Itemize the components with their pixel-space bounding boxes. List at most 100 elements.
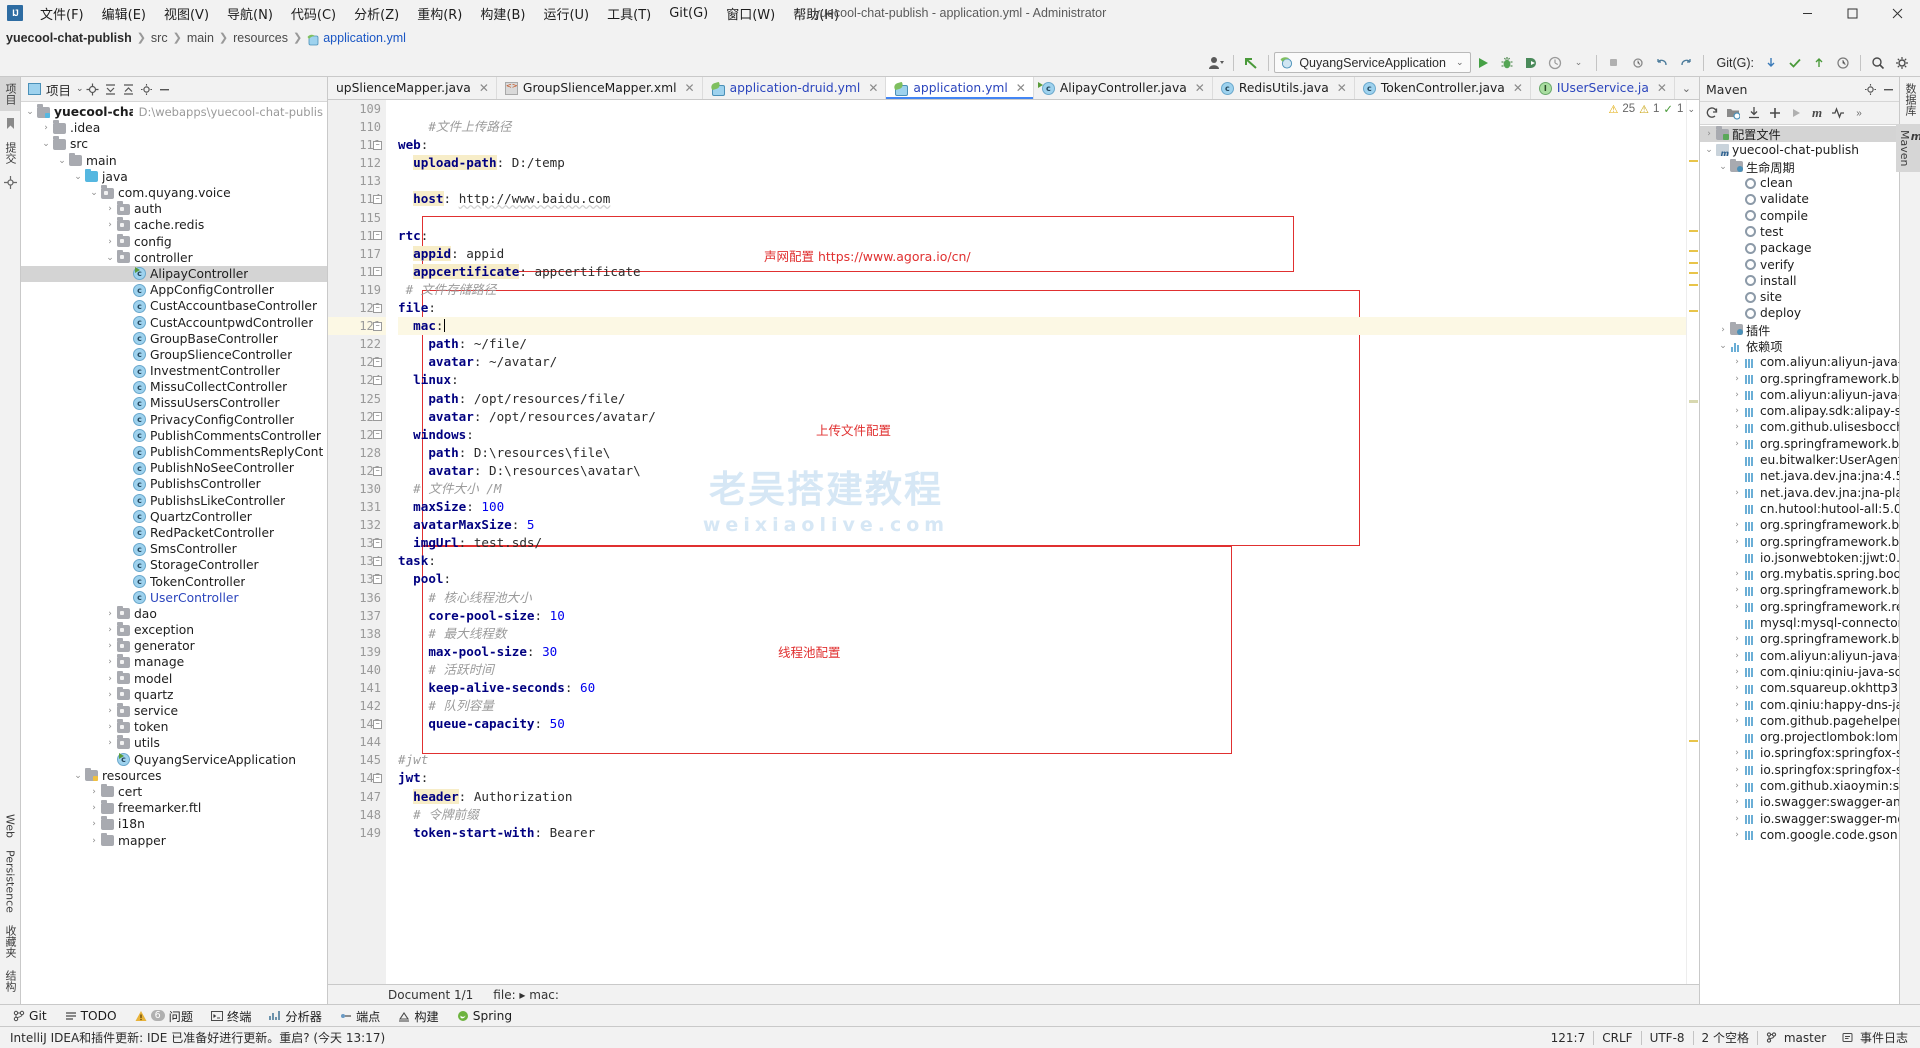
chevron-right-icon[interactable]: ›	[104, 204, 116, 214]
run-with-coverage-button[interactable]	[1519, 52, 1543, 74]
rail-tab-commit[interactable]: 提交	[0, 136, 20, 170]
chevron-down-icon[interactable]: ⌄	[1703, 145, 1715, 155]
chevron-right-icon[interactable]: ›	[1703, 129, 1715, 139]
code-line[interactable]: host: http://www.baidu.com	[398, 190, 1686, 208]
editor-tab[interactable]: cTokenController.java✕	[1355, 77, 1531, 99]
maven-tree-node[interactable]: net.java.dev.jna:jna:4.5.2	[1700, 468, 1899, 484]
code-fold-icon[interactable]: −	[373, 141, 382, 150]
project-tree-node[interactable]: ›quartz	[21, 687, 327, 703]
close-icon[interactable]: ✕	[1195, 81, 1205, 95]
maven-tree-node[interactable]: compile	[1700, 207, 1899, 223]
chevron-right-icon[interactable]: ›	[104, 706, 116, 716]
maven-tree-node[interactable]: ›com.aliyun:aliyun-java-sdk-	[1700, 648, 1899, 664]
maven-tree-node[interactable]: ›io.swagger:swagger-annot	[1700, 794, 1899, 810]
chevron-down-icon[interactable]: ⌄	[56, 156, 68, 166]
maven-download-sources-icon[interactable]	[1744, 104, 1764, 123]
git-commit-icon[interactable]	[1783, 52, 1807, 74]
code-line[interactable]: queue-capacity: 50	[398, 715, 1686, 733]
project-tree-node[interactable]: cAppConfigController	[21, 282, 327, 298]
code-line[interactable]: # 活跃时间	[398, 661, 1686, 679]
close-button[interactable]	[1875, 0, 1920, 26]
minimize-button[interactable]	[1785, 0, 1830, 26]
line-number[interactable]: 109	[328, 100, 386, 118]
chevron-down-icon[interactable]: ⌄	[1456, 57, 1464, 68]
editor-tab[interactable]: cRedisUtils.java✕	[1213, 77, 1355, 99]
breadcrumb-resources[interactable]: resources	[233, 31, 288, 45]
line-number[interactable]: 137	[328, 607, 386, 625]
project-tree-node[interactable]: ›model	[21, 671, 327, 687]
close-icon[interactable]: ✕	[479, 81, 489, 95]
rail-tab-maven[interactable]: m Maven	[1896, 124, 1920, 172]
maven-tree-node[interactable]: ›com.google.code.gson:gso	[1700, 827, 1899, 843]
project-tree-node[interactable]: ›dao	[21, 606, 327, 622]
line-number[interactable]: 140	[328, 661, 386, 679]
line-separator[interactable]: CRLF	[1594, 1031, 1640, 1045]
line-number[interactable]: 125	[328, 390, 386, 408]
code-line[interactable]: #文件上传路径	[398, 118, 1686, 136]
project-tree-node[interactable]: ›exception	[21, 622, 327, 638]
code-fold-icon[interactable]: −	[373, 376, 382, 385]
maven-tree-node[interactable]: ›com.github.xiaoymin:swagg	[1700, 778, 1899, 794]
chevron-down-icon[interactable]: ⌄	[24, 107, 36, 117]
maven-tree-node[interactable]: ›com.squareup.okhttp3:okh	[1700, 680, 1899, 696]
line-number[interactable]: 131	[328, 498, 386, 516]
code-line[interactable]: imgUrl: test.sds/	[398, 534, 1686, 552]
line-number[interactable]: 110	[328, 118, 386, 136]
maven-tree-node[interactable]: ›org.springframework.restd	[1700, 599, 1899, 615]
line-number[interactable]: 144	[328, 733, 386, 751]
code-fold-icon[interactable]: −	[373, 774, 382, 783]
event-log-button[interactable]: 事件日志	[1834, 1029, 1916, 1046]
update-project-icon[interactable]	[1239, 52, 1263, 74]
chevron-right-icon[interactable]: ›	[1731, 716, 1743, 726]
code-fold-icon[interactable]: −	[373, 267, 382, 276]
chevron-right-icon[interactable]: ›	[1731, 797, 1743, 807]
code-line[interactable]: file:	[398, 299, 1686, 317]
chevron-right-icon[interactable]: ›	[104, 237, 116, 247]
line-number[interactable]: 139	[328, 643, 386, 661]
close-icon[interactable]: ✕	[1016, 81, 1026, 95]
git-push-icon[interactable]	[1807, 52, 1831, 74]
chevron-right-icon[interactable]: ›	[1731, 765, 1743, 775]
toolwindow-profiler[interactable]: 分析器	[261, 1005, 330, 1027]
menu-run[interactable]: 运行(U)	[534, 1, 598, 26]
project-tree-node[interactable]: cUserController	[21, 590, 327, 606]
editor-tab-bar[interactable]: upSlienceMapper.java✕GroupSlienceMapper.…	[328, 77, 1699, 100]
close-icon[interactable]: ✕	[685, 81, 695, 95]
chevron-right-icon[interactable]: ›	[88, 787, 100, 797]
menu-code[interactable]: 代码(C)	[282, 1, 345, 26]
code-line[interactable]: appcertificate: appcertificate	[398, 263, 1686, 281]
panel-settings-icon[interactable]	[138, 80, 156, 98]
project-tree-node[interactable]: cStorageController	[21, 557, 327, 573]
file-encoding[interactable]: UTF-8	[1642, 1031, 1693, 1045]
rail-tab-project[interactable]: 项目	[0, 77, 20, 111]
maven-tree-node[interactable]: ›net.java.dev.jna:jna-platform	[1700, 485, 1899, 501]
maven-tree-node[interactable]: ›io.swagger:swagger-mode	[1700, 810, 1899, 826]
code-line[interactable]: keep-alive-seconds: 60	[398, 679, 1686, 697]
maven-project-tree[interactable]: ›配置文件⌄yuecool-chat-publish⌄生命周期cleanvali…	[1700, 125, 1899, 1004]
maven-tree-node[interactable]: ⌄生命周期	[1700, 159, 1899, 175]
editor-tab[interactable]: upSlienceMapper.java✕	[328, 77, 497, 99]
maven-tree-node[interactable]: verify	[1700, 256, 1899, 272]
rail-tab-structure[interactable]: 结构	[0, 964, 20, 998]
project-tree-node[interactable]: ›manage	[21, 654, 327, 670]
code-line[interactable]: # 文件存储路径	[398, 281, 1686, 299]
project-tree-node[interactable]: ›freemarker.ftl	[21, 800, 327, 816]
chevron-right-icon[interactable]: ›	[1731, 374, 1743, 384]
redo-icon[interactable]	[1674, 52, 1698, 74]
code-line[interactable]: pool:	[398, 570, 1686, 588]
project-tree-node[interactable]: ⌄main	[21, 153, 327, 169]
chevron-right-icon[interactable]: ›	[1731, 569, 1743, 579]
toolwindow-terminal[interactable]: 终端	[203, 1005, 259, 1027]
code-fold-icon[interactable]: −	[373, 358, 382, 367]
chevron-right-icon[interactable]: ›	[104, 220, 116, 230]
maven-more-icon[interactable]: »	[1849, 104, 1869, 123]
editor-gutter[interactable]: 109110111−112113114−115116−117118−119120…	[328, 100, 386, 984]
line-number[interactable]: 132	[328, 516, 386, 534]
code-fold-icon[interactable]: −	[373, 412, 382, 421]
project-tree-node[interactable]: cQuyangServiceApplication	[21, 752, 327, 768]
maven-tree-node[interactable]: ›com.aliyun:aliyun-java-sdk-	[1700, 387, 1899, 403]
project-tree-node[interactable]: cMissuCollectController	[21, 379, 327, 395]
toolwindow-todo[interactable]: TODO	[57, 1007, 125, 1025]
maven-run-icon[interactable]	[1786, 104, 1806, 123]
code-line[interactable]: avatar: D:\resources\avatar\	[398, 462, 1686, 480]
